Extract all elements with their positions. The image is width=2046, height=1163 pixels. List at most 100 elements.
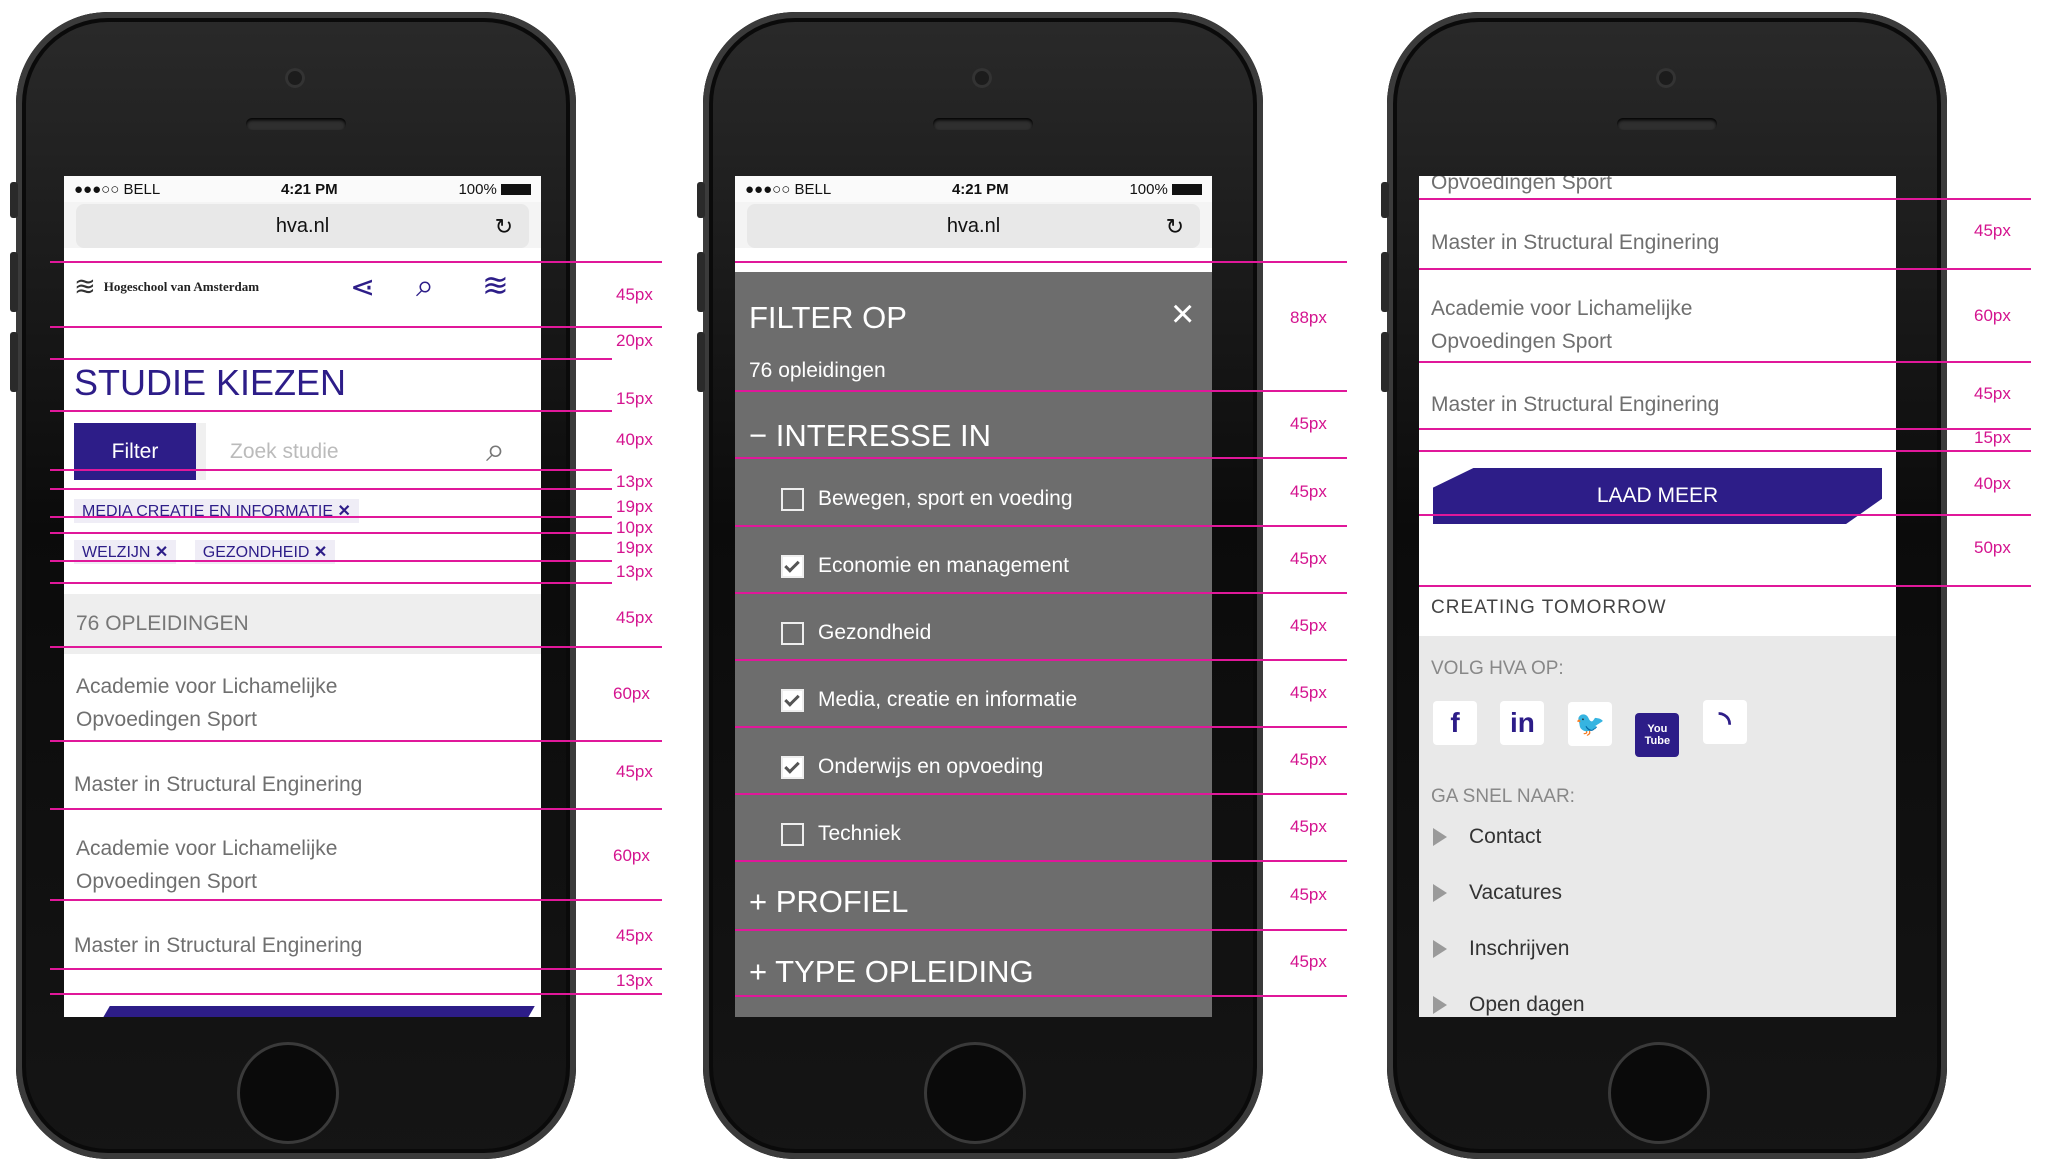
reload-icon[interactable]: ↻ — [495, 214, 513, 240]
rss-icon[interactable]: ◝ — [1702, 700, 1747, 744]
filter-title: FILTER OP — [749, 300, 907, 335]
home-button[interactable] — [1608, 1042, 1710, 1144]
footer: VOLG HVA OP: f in 🐦 You Tube ◝ GA SNEL N… — [1419, 636, 1896, 1017]
checkbox[interactable] — [781, 822, 804, 846]
layers-icon[interactable]: ≋ — [482, 266, 509, 304]
option-row[interactable]: Media, creatie en informatie — [781, 688, 1077, 712]
list-item-partial[interactable]: Opvoedingen Sport — [1431, 176, 1612, 199]
search-icon[interactable]: ⌕ — [486, 431, 505, 470]
phone-speaker — [933, 118, 1033, 130]
home-button[interactable] — [237, 1042, 339, 1144]
collapse-icon[interactable]: − — [749, 418, 767, 453]
home-button[interactable] — [924, 1042, 1026, 1144]
list-item-line: Master in Structural Enginering — [1431, 231, 1720, 254]
carrier-label: ●●●○○ BELL — [745, 180, 832, 198]
measure-label: 45px — [1290, 817, 1327, 836]
footer-link-label: Vacatures — [1469, 881, 1562, 904]
remove-tag-icon[interactable]: ✕ — [155, 544, 168, 561]
phone-screen: ●●●○○ BELL 4:21 PM 100% hva.nl ↻ ≋ Hoges… — [64, 176, 541, 1017]
expand-icon[interactable]: + — [749, 954, 767, 989]
checkbox[interactable] — [781, 487, 804, 511]
measure-label: 13px — [616, 971, 653, 990]
reload-icon[interactable]: ↻ — [1166, 214, 1184, 240]
list-item[interactable]: Master in Structural Enginering — [74, 768, 362, 801]
option-label: Media, creatie en informatie — [818, 688, 1078, 711]
site-header: ≋ Hogeschool van Amsterdam ⋖ ⌕ ≋ — [64, 258, 541, 315]
search-placeholder: Zoek studie — [230, 439, 339, 463]
load-more-button-partial[interactable] — [98, 1006, 535, 1017]
option-row[interactable]: Economie en management — [781, 554, 1069, 578]
footer-link[interactable]: Inschrijven — [1433, 937, 1569, 961]
list-item-line: Academie voor Lichamelijke — [76, 675, 338, 698]
list-item-line: Master in Structural Enginering — [74, 773, 363, 796]
filter-tag[interactable]: MEDIA CREATIE EN INFORMATIE ✕ — [74, 499, 359, 523]
option-row[interactable]: Onderwijs en opvoeding — [781, 755, 1043, 779]
list-item[interactable]: Master in Structural Enginering — [1431, 388, 1719, 421]
option-label: Onderwijs en opvoeding — [818, 755, 1044, 778]
section-profiel[interactable]: + PROFIEL — [749, 884, 908, 920]
clock-label: 4:21 PM — [280, 180, 338, 198]
share-icon[interactable]: ⋖ — [350, 270, 375, 305]
measure-label: 45px — [1290, 885, 1327, 904]
footer-link[interactable]: Vacatures — [1433, 881, 1562, 905]
measure-label: 13px — [616, 472, 653, 491]
footer-link[interactable]: Open dagen — [1433, 993, 1585, 1017]
hva-logo-icon[interactable]: ≋ — [74, 271, 96, 302]
phone-screen: ●●●○○ BELL 4:21 PM 100% hva.nl ↻ FILTER … — [735, 176, 1212, 1017]
measure-label: 45px — [1290, 683, 1327, 702]
search-icon[interactable]: ⌕ — [416, 267, 434, 305]
youtube-icon[interactable]: You Tube — [1635, 712, 1680, 757]
browser-chrome: ●●●○○ BELL 4:21 PM 100% hva.nl ↻ — [735, 176, 1212, 248]
arrow-right-icon — [1433, 940, 1447, 959]
filter-overlay: FILTER OP × 76 opleidingen − INTERESSE I… — [735, 272, 1212, 1017]
battery-label: 100% — [1129, 181, 1202, 198]
measure-label: 40px — [616, 430, 653, 449]
twitter-icon[interactable]: 🐦 — [1567, 702, 1612, 746]
carrier-label: ●●●○○ BELL — [74, 180, 161, 198]
checkbox-checked[interactable] — [781, 554, 804, 578]
measure-label: 45px — [1290, 750, 1327, 769]
phone-camera — [285, 68, 305, 88]
section-interesse[interactable]: − INTERESSE IN — [749, 418, 991, 454]
measure-label: 40px — [1974, 474, 2011, 493]
list-item-line: Academie voor Lichamelijke — [76, 837, 338, 860]
list-item[interactable]: Academie voor Lichamelijke Opvoedingen S… — [76, 670, 337, 736]
footer-link[interactable]: Contact — [1433, 825, 1541, 849]
list-item[interactable]: Academie voor Lichamelijke Opvoedingen S… — [76, 832, 337, 898]
volume-button — [10, 182, 18, 218]
clock-label: 4:21 PM — [951, 180, 1009, 198]
checkbox-checked[interactable] — [781, 688, 804, 712]
results-count: 76 OPLEIDINGEN — [64, 594, 541, 654]
remove-tag-icon[interactable]: ✕ — [314, 544, 327, 561]
checkbox[interactable] — [781, 621, 804, 645]
filter-bar: Filter Zoek studie ⌕ — [74, 423, 519, 480]
list-item-line: Opvoedingen Sport — [1431, 330, 1612, 353]
search-input[interactable]: Zoek studie ⌕ — [206, 423, 519, 480]
page-title: STUDIE KIEZEN — [74, 362, 347, 403]
facebook-icon[interactable]: f — [1433, 700, 1477, 745]
option-row[interactable]: Bewegen, sport en voeding — [781, 487, 1073, 511]
measure-label: 45px — [1974, 384, 2011, 403]
list-item-line: Opvoedingen Sport — [76, 870, 257, 893]
section-title: PROFIEL — [775, 884, 909, 919]
footer-link-label: Open dagen — [1469, 993, 1585, 1016]
list-item[interactable]: Master in Structural Enginering — [1431, 226, 1719, 259]
checkbox-checked[interactable] — [781, 755, 804, 779]
expand-icon[interactable]: + — [749, 884, 767, 919]
phone-camera — [972, 68, 992, 88]
list-item[interactable]: Master in Structural Enginering — [74, 929, 362, 962]
measure-label: 60px — [613, 684, 650, 703]
option-row[interactable]: Techniek — [781, 822, 901, 846]
url-label: hva.nl — [275, 214, 330, 237]
address-bar[interactable]: hva.nl ↻ — [747, 204, 1200, 248]
section-type-opleiding[interactable]: + TYPE OPLEIDING — [749, 954, 1034, 990]
option-row[interactable]: Gezondheid — [781, 621, 931, 645]
filter-button[interactable]: Filter — [74, 423, 196, 480]
close-icon[interactable]: × — [1171, 294, 1194, 334]
measure-label: 60px — [613, 846, 650, 865]
linkedin-icon[interactable]: in — [1500, 700, 1545, 745]
measure-label: 45px — [1290, 616, 1327, 635]
logo-text[interactable]: Hogeschool van Amsterdam — [104, 279, 259, 295]
list-item[interactable]: Academie voor Lichamelijke Opvoedingen S… — [1431, 292, 1692, 358]
address-bar[interactable]: hva.nl ↻ — [76, 204, 529, 248]
